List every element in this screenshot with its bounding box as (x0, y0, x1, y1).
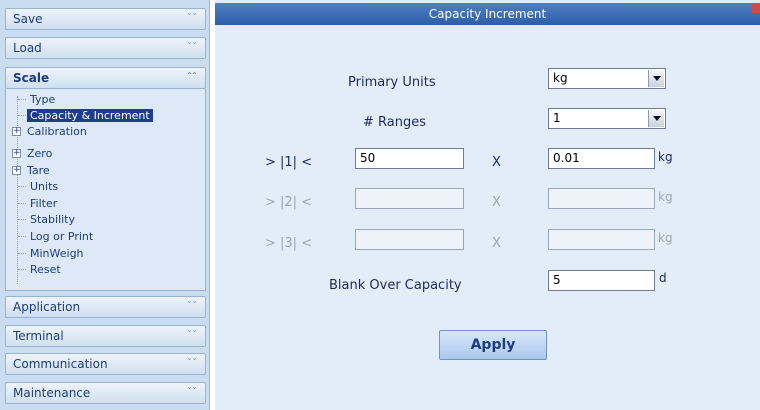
range-2-unit: kg (658, 190, 673, 204)
apply-button[interactable]: Apply (439, 330, 547, 360)
tree-connector (18, 253, 26, 254)
chevron-down-icon: ˇˇ (187, 301, 197, 312)
range-1-times: X (492, 155, 501, 170)
dropdown-arrow-icon[interactable] (648, 70, 664, 87)
blank-over-capacity-unit: d (659, 271, 667, 285)
tree-item-filter[interactable]: Filter (30, 197, 57, 210)
scale-tree: Type Capacity & Increment + Calibration … (5, 89, 206, 291)
tree-connector (18, 236, 26, 237)
tree-item-stability[interactable]: Stability (30, 213, 75, 226)
section-application-label: Application (13, 300, 81, 314)
section-terminal[interactable]: Terminal ˇˇ (5, 325, 206, 347)
section-maintenance-label: Maintenance (13, 386, 91, 400)
section-load-label: Load (13, 41, 42, 55)
range-2-capacity-input[interactable] (355, 188, 464, 209)
primary-units-label: Primary Units (348, 75, 436, 90)
section-load[interactable]: Load ˇˇ (5, 37, 206, 59)
range-3-capacity-input[interactable] (355, 229, 464, 250)
section-communication-label: Communication (13, 357, 108, 371)
tree-item-reset[interactable]: Reset (30, 263, 61, 276)
panel-title-bar: Capacity Increment (215, 3, 760, 25)
tree-connector (18, 203, 26, 204)
tree-connector (18, 115, 26, 116)
ranges-select[interactable]: 1 (548, 108, 666, 129)
chevron-up-icon: ˆˆ (187, 72, 197, 83)
expand-icon[interactable]: + (12, 166, 21, 175)
primary-units-select[interactable]: kg (548, 68, 666, 89)
close-icon[interactable] (752, 3, 760, 13)
range-2-label: > |2| < (265, 195, 313, 210)
primary-units-value: kg (553, 71, 568, 85)
tree-connector (18, 269, 26, 270)
tree-item-tare[interactable]: Tare (27, 164, 50, 177)
range-3-times: X (492, 236, 501, 251)
tree-item-calibration[interactable]: Calibration (27, 125, 87, 138)
section-save-label: Save (13, 12, 43, 26)
sidebar: Save ˇˇ Load ˇˇ Scale ˆˆ Type Capacity &… (0, 0, 210, 410)
tree-item-units[interactable]: Units (30, 180, 58, 193)
range-3-increment-input[interactable] (548, 229, 655, 250)
range-3-unit: kg (658, 231, 673, 245)
range-1-unit: kg (658, 150, 673, 164)
tree-connector (18, 186, 26, 187)
section-application[interactable]: Application ˇˇ (5, 296, 206, 318)
section-terminal-label: Terminal (13, 329, 64, 343)
chevron-down-icon: ˇˇ (187, 387, 197, 398)
chevron-down-icon: ˇˇ (187, 13, 197, 24)
range-1-capacity-input[interactable]: 50 (355, 148, 464, 169)
chevron-down-icon: ˇˇ (187, 358, 197, 369)
section-maintenance[interactable]: Maintenance ˇˇ (5, 382, 206, 404)
range-3-label: > |3| < (265, 236, 313, 251)
range-2-increment-input[interactable] (548, 188, 655, 209)
chevron-down-icon: ˇˇ (187, 42, 197, 53)
section-save[interactable]: Save ˇˇ (5, 8, 206, 30)
blank-over-capacity-input[interactable]: 5 (548, 270, 655, 291)
ranges-value: 1 (553, 111, 561, 125)
tree-guide-line (17, 96, 18, 284)
tree-item-capacity-increment[interactable]: Capacity & Increment (27, 109, 153, 122)
section-scale-label: Scale (13, 71, 50, 85)
range-1-label: > |1| < (265, 155, 313, 170)
chevron-down-icon: ˇˇ (187, 330, 197, 341)
range-1-increment-input[interactable]: 0.01 (548, 148, 655, 169)
tree-connector (18, 99, 26, 100)
section-communication[interactable]: Communication ˇˇ (5, 353, 206, 375)
section-scale[interactable]: Scale ˆˆ (5, 67, 206, 89)
tree-item-log-print[interactable]: Log or Print (30, 230, 93, 243)
tree-item-minweigh[interactable]: MinWeigh (30, 247, 84, 260)
tree-item-zero[interactable]: Zero (27, 147, 52, 160)
expand-icon[interactable]: + (12, 127, 21, 136)
expand-icon[interactable]: + (12, 149, 21, 158)
tree-connector (18, 219, 26, 220)
range-2-times: X (492, 195, 501, 210)
capacity-panel: Capacity Increment Primary Units kg # Ra… (215, 0, 760, 410)
panel-title: Capacity Increment (428, 7, 547, 21)
blank-over-capacity-label: Blank Over Capacity (329, 278, 462, 293)
dropdown-arrow-icon[interactable] (648, 110, 664, 127)
tree-item-type[interactable]: Type (30, 93, 55, 106)
ranges-label: # Ranges (363, 115, 427, 130)
